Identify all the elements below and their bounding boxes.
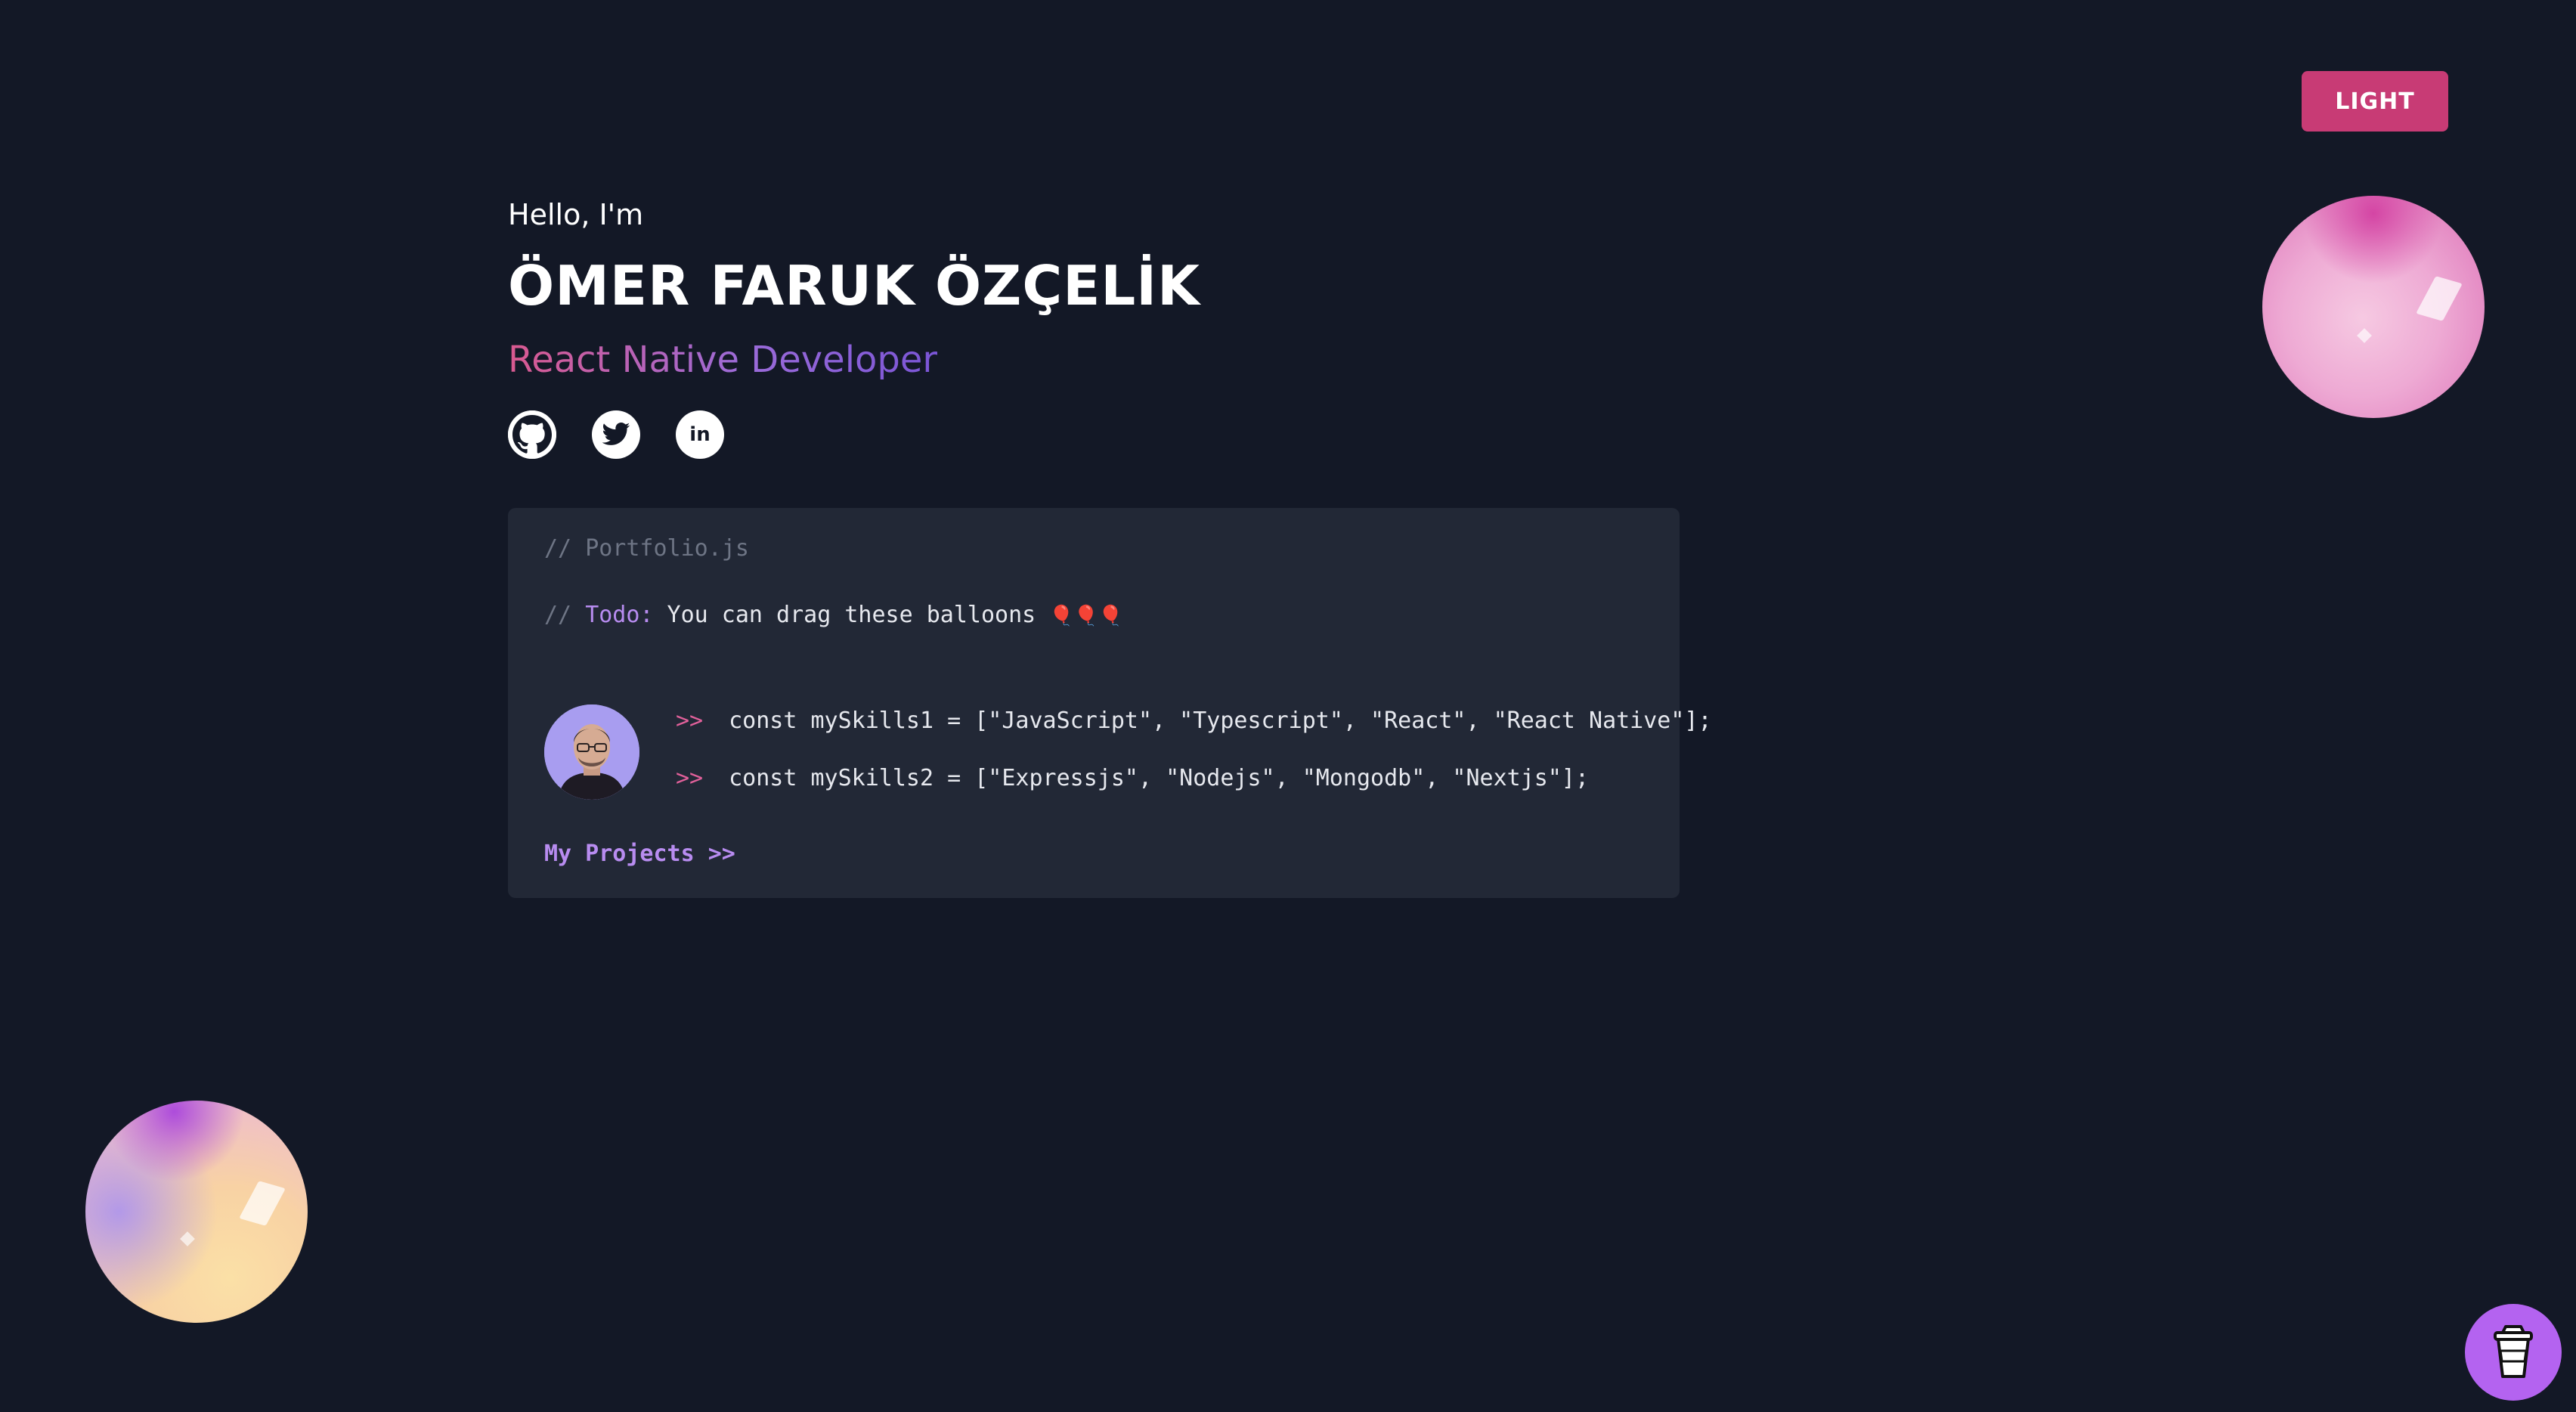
balloon-shine: [239, 1181, 286, 1226]
draggable-balloon-pink[interactable]: [2262, 196, 2485, 418]
buy-me-a-coffee-button[interactable]: [2465, 1304, 2562, 1401]
skills-line-2: >> const mySkills2 = ["Expressjs", "Nodej…: [676, 765, 1589, 791]
greeting-text: Hello, I'm: [508, 198, 644, 231]
skills-code-1: const mySkills1 = ["JavaScript", "Typesc…: [729, 708, 1712, 734]
balloon-emoji: 🎈🎈🎈: [1049, 605, 1123, 627]
github-icon: [508, 410, 556, 459]
comment-prefix: //: [544, 535, 586, 562]
balloon-shine: [180, 1231, 195, 1246]
todo-text: You can drag these balloons: [653, 602, 1050, 628]
social-links: in: [508, 410, 724, 459]
page-title: ÖMER FARUK ÖZÇELİK: [508, 254, 1200, 317]
role-subtitle: React Native Developer: [508, 339, 938, 381]
github-link[interactable]: [508, 410, 556, 459]
coffee-cup-icon: [2494, 1325, 2533, 1378]
skills-line-1: >> const mySkills1 = ["JavaScript", "Type…: [676, 708, 1712, 734]
twitter-icon: [602, 423, 630, 445]
file-name: Portfolio.js: [585, 535, 749, 562]
linkedin-icon: in: [689, 423, 711, 446]
avatar: [544, 704, 639, 800]
todo-keyword: Todo:: [585, 602, 654, 628]
my-projects-link[interactable]: My Projects >>: [544, 841, 735, 867]
prompt-marker: >>: [676, 708, 704, 734]
theme-toggle-button[interactable]: LIGHT: [2302, 71, 2448, 132]
balloon-shine: [2357, 328, 2372, 343]
balloon-shine: [2416, 276, 2463, 321]
comment-prefix: //: [544, 602, 586, 628]
draggable-balloon-yellow[interactable]: [85, 1101, 308, 1323]
twitter-link[interactable]: [592, 410, 640, 459]
code-card: // Portfolio.js // Todo: You can drag th…: [508, 508, 1712, 898]
skills-code-2: const mySkills2 = ["Expressjs", "Nodejs"…: [729, 765, 1590, 791]
avatar-portrait-icon: [544, 704, 639, 800]
portfolio-page: LIGHT Hello, I'm ÖMER FARUK ÖZÇELİK Reac…: [0, 0, 2576, 1412]
todo-comment: // Todo: You can drag these balloons 🎈🎈🎈: [544, 602, 1122, 628]
prompt-marker: >>: [676, 765, 704, 791]
file-comment: // Portfolio.js: [544, 535, 749, 562]
linkedin-link[interactable]: in: [676, 410, 724, 459]
